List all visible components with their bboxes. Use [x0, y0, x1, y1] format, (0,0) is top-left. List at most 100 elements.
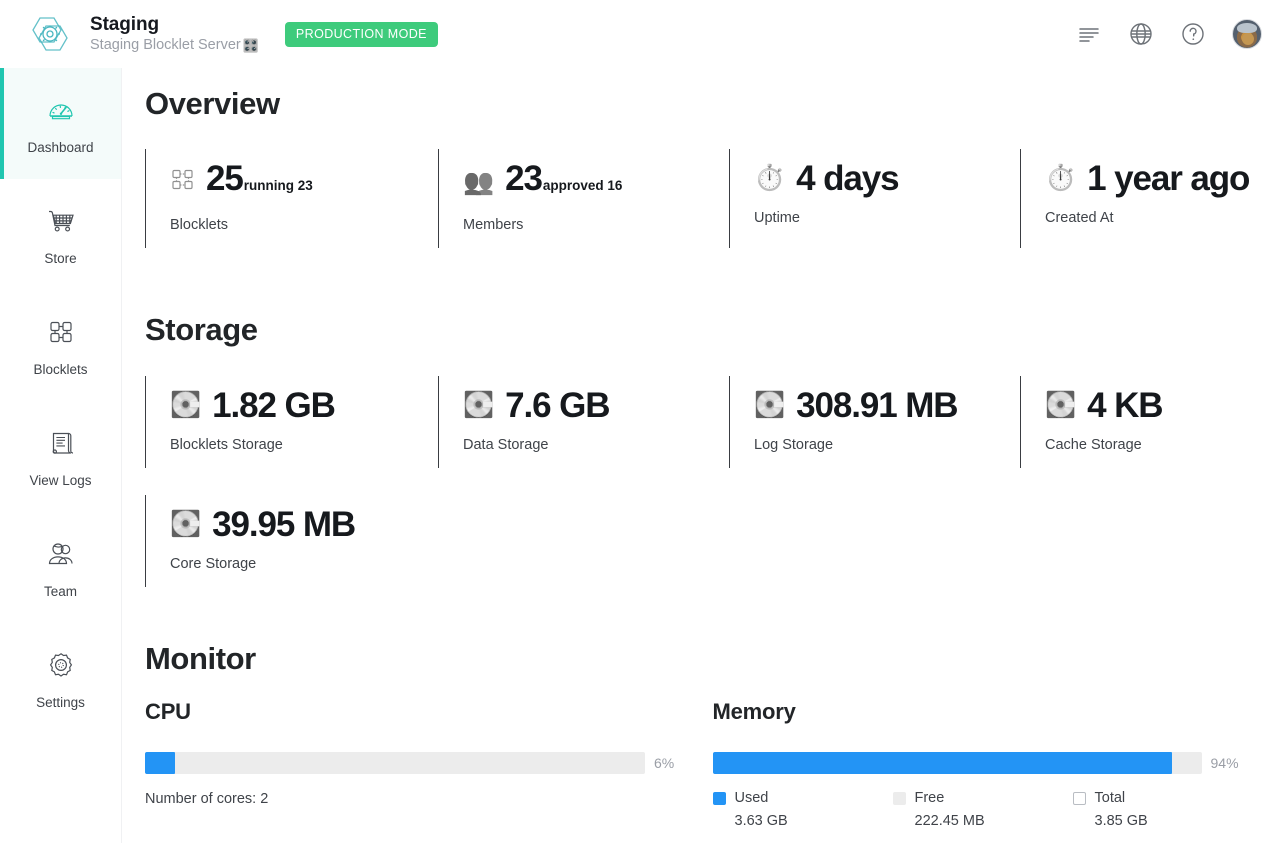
globe-icon[interactable]	[1128, 21, 1154, 47]
gear-icon	[43, 647, 79, 683]
memory-legend: Used 3.63 GB Free 222.45 MB Total	[713, 789, 1280, 829]
cpu-progress-row: 6%	[145, 752, 713, 774]
legend-swatch-used-icon	[713, 792, 726, 805]
control-knobs-icon: 🎛️	[243, 36, 259, 55]
sidebar-item-label: Team	[44, 584, 77, 600]
stat-value: 4 KB	[1087, 385, 1162, 426]
sidebar-item-label: Settings	[36, 695, 85, 711]
legend-swatch-total-icon	[1073, 792, 1086, 805]
sidebar-item-label: Store	[44, 251, 76, 267]
shopping-cart-icon	[43, 203, 79, 239]
sidebar-item-team[interactable]: Team	[0, 512, 121, 623]
sidebar: Dashboard Store Blocklets	[0, 68, 122, 843]
sidebar-item-dashboard[interactable]: Dashboard	[0, 68, 121, 179]
stat-value: 39.95 MB	[212, 504, 355, 545]
stat-label: Blocklets	[170, 216, 438, 234]
main-content: Overview 25 running 23 Blocklets	[122, 68, 1280, 843]
stat-label: Cache Storage	[1045, 436, 1280, 454]
brand[interactable]: Staging Staging Blocklet Server 🎛️	[0, 8, 259, 60]
blocklet-hexagon-logo-icon	[24, 8, 76, 60]
scroll-document-icon	[43, 425, 79, 461]
app-header: Staging Staging Blocklet Server 🎛️ PRODU…	[0, 0, 1280, 68]
legend-value: 3.85 GB	[1073, 813, 1253, 829]
app-subtitle-text: Staging Blocklet Server	[90, 36, 241, 55]
stat-value-note: approved 16	[543, 165, 623, 206]
stat-label: Created At	[1045, 209, 1280, 227]
stat-label: Uptime	[754, 209, 1020, 227]
stat-card-blocklets-storage[interactable]: 💽 1.82 GB Blocklets Storage	[145, 376, 438, 468]
avatar[interactable]	[1232, 19, 1262, 49]
stat-card-cache-storage[interactable]: 💽 4 KB Cache Storage	[1020, 376, 1280, 468]
legend-label: Total	[1095, 789, 1126, 807]
legend-label: Free	[915, 789, 945, 807]
storage-stats-row-2: 💽 39.95 MB Core Storage	[122, 495, 1280, 587]
stat-value-number: 4 days	[796, 158, 898, 199]
sidebar-item-label: Blocklets	[33, 362, 87, 378]
memory-progress-row: 94%	[713, 752, 1280, 774]
memory-percent-label: 94%	[1211, 755, 1239, 771]
memory-title: Memory	[713, 699, 1280, 725]
sidebar-item-store[interactable]: Store	[0, 179, 121, 290]
stat-value-number: 25	[206, 158, 243, 199]
stat-card-created-at[interactable]: ⏱️ 1 year ago Created At	[1020, 149, 1280, 248]
stat-label: Core Storage	[170, 555, 438, 573]
memory-progress-fill	[713, 752, 1173, 774]
monitor-title: Monitor	[122, 641, 1280, 677]
app-title: Staging	[90, 14, 259, 36]
stat-label: Log Storage	[754, 436, 1020, 454]
disk-icon: 💽	[170, 393, 201, 418]
stat-card-core-storage[interactable]: 💽 39.95 MB Core Storage	[145, 495, 438, 587]
stat-card-uptime[interactable]: ⏱️ 4 days Uptime	[729, 149, 1020, 248]
legend-item-total: Total 3.85 GB	[1073, 789, 1253, 829]
stat-label: Members	[463, 216, 729, 234]
header-actions	[1076, 19, 1280, 49]
sidebar-item-view-logs[interactable]: View Logs	[0, 401, 121, 512]
stopwatch-icon: ⏱️	[754, 166, 785, 191]
legend-item-used: Used 3.63 GB	[713, 789, 893, 829]
legend-item-free: Free 222.45 MB	[893, 789, 1073, 829]
stat-value-number: 23	[505, 158, 542, 199]
blocklets-nodes-icon	[170, 167, 195, 197]
storage-title: Storage	[122, 312, 1280, 348]
cpu-progress-fill	[145, 752, 175, 774]
legend-label: Used	[735, 789, 769, 807]
stat-value: 7.6 GB	[505, 385, 609, 426]
people-icon	[43, 536, 79, 572]
menu-lines-icon[interactable]	[1076, 21, 1102, 47]
monitor-memory-panel: Memory 94% Used 3.63 GB	[713, 699, 1280, 829]
disk-icon: 💽	[754, 393, 785, 418]
sidebar-item-settings[interactable]: Settings	[0, 623, 121, 734]
disk-icon: 💽	[1045, 393, 1076, 418]
blocklets-nodes-icon	[43, 314, 79, 350]
storage-stats-row-1: 💽 1.82 GB Blocklets Storage 💽 7.6 GB Dat…	[122, 376, 1280, 468]
stat-value: 23 approved 16	[505, 158, 622, 206]
cpu-title: CPU	[145, 699, 713, 725]
question-circle-icon[interactable]	[1180, 21, 1206, 47]
stat-card-data-storage[interactable]: 💽 7.6 GB Data Storage	[438, 376, 729, 468]
stat-card-blocklets[interactable]: 25 running 23 Blocklets	[145, 149, 438, 248]
status-badge: PRODUCTION MODE	[285, 22, 438, 47]
overview-stats-row: 25 running 23 Blocklets 👥 23 approved 16…	[122, 149, 1280, 248]
sidebar-item-label: Dashboard	[27, 140, 93, 156]
cpu-percent-label: 6%	[654, 755, 674, 771]
stat-card-members[interactable]: 👥 23 approved 16 Members	[438, 149, 729, 248]
stat-value: 4 days	[796, 158, 899, 199]
stopwatch-icon: ⏱️	[1045, 166, 1076, 191]
sidebar-item-blocklets[interactable]: Blocklets	[0, 290, 121, 401]
stat-value: 1.82 GB	[212, 385, 335, 426]
monitor-cpu-panel: CPU 6% Number of cores: 2	[145, 699, 713, 829]
monitor-grid: CPU 6% Number of cores: 2 Memory 94%	[122, 699, 1280, 829]
memory-progress-bar[interactable]	[713, 752, 1202, 774]
disk-icon: 💽	[170, 512, 201, 537]
cpu-cores-text: Number of cores: 2	[145, 791, 713, 807]
stat-value: 25 running 23	[206, 158, 313, 206]
cpu-progress-bar[interactable]	[145, 752, 645, 774]
stat-value: 308.91 MB	[796, 385, 957, 426]
app-subtitle: Staging Blocklet Server 🎛️	[90, 36, 259, 55]
legend-value: 3.63 GB	[713, 813, 893, 829]
stat-card-log-storage[interactable]: 💽 308.91 MB Log Storage	[729, 376, 1020, 468]
stat-label: Blocklets Storage	[170, 436, 438, 454]
disk-icon: 💽	[463, 393, 494, 418]
sidebar-item-label: View Logs	[29, 473, 91, 489]
stat-value: 1 year ago	[1087, 158, 1250, 199]
